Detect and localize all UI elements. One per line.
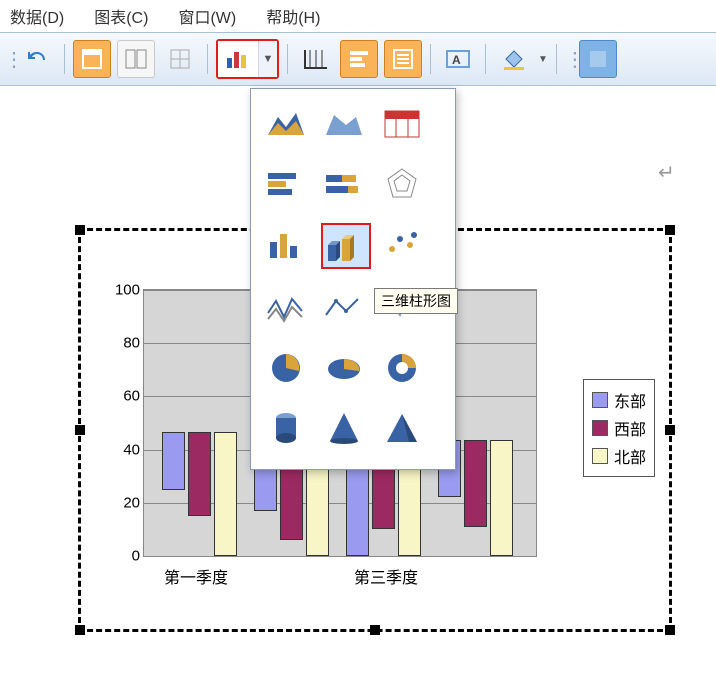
pie-chart-icon[interactable]: [263, 347, 309, 389]
hbar-icon: [348, 48, 370, 70]
bar: [214, 432, 237, 556]
resize-handle[interactable]: [665, 425, 675, 435]
menu-window[interactable]: 窗口(W): [178, 4, 236, 28]
y-tick: 80: [106, 335, 140, 352]
refresh-icon: [588, 49, 608, 69]
menubar: 数据(D) 图表(C) 窗口(W) 帮助(H): [0, 0, 716, 32]
y-tick: 20: [106, 494, 140, 511]
y-tick: 60: [106, 388, 140, 405]
undo-icon: [25, 47, 49, 71]
list-icon: [392, 48, 414, 70]
column-chart-icon[interactable]: [263, 223, 309, 265]
bar: [490, 440, 513, 556]
axis-icon: [302, 47, 328, 71]
legend-item: 西部: [592, 416, 646, 440]
pyramid-chart-icon[interactable]: [379, 407, 425, 449]
x-tick: 第三季度: [354, 564, 418, 588]
textbox-icon: A: [445, 47, 471, 71]
y-tick: 100: [106, 282, 140, 299]
paint-bucket-icon: [500, 47, 526, 71]
area-chart-icon[interactable]: [263, 103, 309, 145]
table-chart-icon[interactable]: [379, 103, 425, 145]
resize-handle[interactable]: [370, 625, 380, 635]
pie-3d-icon[interactable]: [321, 347, 367, 389]
chart-type-palette: [250, 88, 456, 470]
radar-chart-icon[interactable]: [379, 163, 425, 205]
chart-legend: 东部 西部 北部: [583, 379, 655, 477]
y-tick: 0: [106, 548, 140, 565]
toolbar: ⋮ ▼ A ▼ ⋮: [0, 32, 716, 86]
column-3d-icon[interactable]: [321, 223, 371, 269]
chart-type-tooltip: 三维柱形图: [374, 288, 458, 314]
chart-type-dropdown[interactable]: ▼: [258, 41, 277, 77]
bar-horizontal-stacked-icon[interactable]: [321, 163, 367, 205]
table-single-button[interactable]: [73, 40, 111, 78]
separator-icon: [287, 44, 288, 74]
bar: [464, 440, 487, 527]
fill-dropdown[interactable]: ▼: [538, 54, 548, 65]
menu-help[interactable]: 帮助(H): [266, 4, 320, 28]
list-button[interactable]: [384, 40, 422, 78]
separator-icon: [64, 44, 65, 74]
axis-button[interactable]: [296, 40, 334, 78]
cone-chart-icon[interactable]: [321, 407, 367, 449]
toolbar-grip-icon: ⋮: [565, 47, 573, 72]
doughnut-chart-icon[interactable]: [379, 347, 425, 389]
table-split-button[interactable]: [117, 40, 155, 78]
toolbar-grip-icon: ⋮: [4, 47, 12, 72]
bar: [162, 432, 185, 490]
table-grid-icon: [169, 48, 191, 70]
menu-data[interactable]: 数据(D): [10, 4, 64, 28]
chart-type-split-button[interactable]: ▼: [216, 39, 279, 79]
resize-handle[interactable]: [665, 625, 675, 635]
table-single-icon: [81, 48, 103, 70]
bar-chart-icon: [225, 48, 251, 70]
table-grid-button[interactable]: [161, 40, 199, 78]
separator-icon: [556, 44, 557, 74]
paragraph-mark-icon: ↵: [658, 160, 675, 185]
textbox-button[interactable]: A: [439, 40, 477, 78]
bar: [188, 432, 211, 516]
svg-text:A: A: [452, 53, 461, 67]
resize-handle[interactable]: [75, 425, 85, 435]
fill-button[interactable]: [494, 40, 532, 78]
resize-handle[interactable]: [75, 225, 85, 235]
legend-item: 东部: [592, 388, 646, 412]
area-stacked-icon[interactable]: [321, 103, 367, 145]
legend-item: 北部: [592, 444, 646, 468]
separator-icon: [485, 44, 486, 74]
scatter-chart-icon[interactable]: [379, 223, 425, 265]
resize-handle[interactable]: [75, 625, 85, 635]
cylinder-chart-icon[interactable]: [263, 407, 309, 449]
bar-horizontal-icon[interactable]: [263, 163, 309, 205]
extra-button[interactable]: [579, 40, 617, 78]
undo-button[interactable]: [18, 40, 56, 78]
y-tick: 40: [106, 441, 140, 458]
chart-type-button[interactable]: [218, 41, 258, 77]
table-split-icon: [125, 48, 147, 70]
menu-chart[interactable]: 图表(C): [94, 4, 148, 28]
resize-handle[interactable]: [665, 225, 675, 235]
separator-icon: [207, 44, 208, 74]
hbar-button[interactable]: [340, 40, 378, 78]
line-points-icon[interactable]: [321, 287, 367, 329]
separator-icon: [430, 44, 431, 74]
line-chart-icon[interactable]: [263, 287, 309, 329]
x-tick: 第一季度: [164, 564, 228, 588]
